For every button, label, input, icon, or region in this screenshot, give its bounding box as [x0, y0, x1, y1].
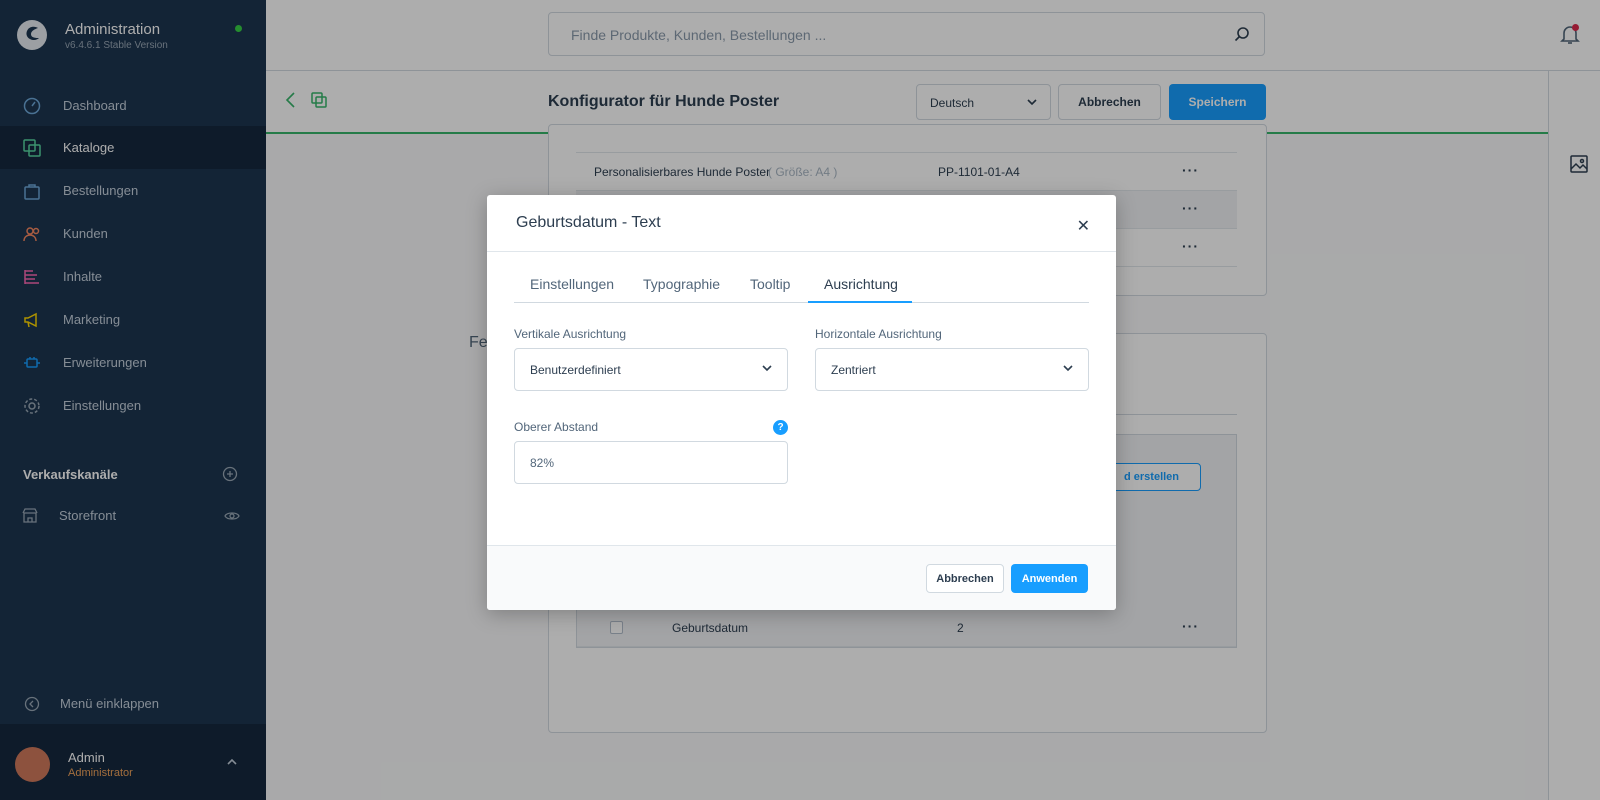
horizontal-alignment-value: Zentriert: [831, 363, 876, 377]
modal-header: Geburtsdatum - Text ✕: [487, 195, 1116, 252]
top-offset-label: Oberer Abstand: [514, 420, 599, 434]
tab-typographie[interactable]: Typographie: [643, 276, 720, 292]
tab-einstellungen[interactable]: Einstellungen: [530, 276, 614, 292]
horizontal-alignment-label: Horizontale Ausrichtung: [815, 327, 942, 341]
vertical-alignment-label: Vertikale Ausrichtung: [514, 327, 627, 341]
element-settings-modal: Geburtsdatum - Text ✕ Einstellungen Typo…: [487, 195, 1116, 610]
vertical-alignment-select[interactable]: Benutzerdefiniert: [514, 348, 788, 391]
chevron-down-icon: [762, 365, 772, 372]
top-offset-input[interactable]: 82%: [514, 441, 788, 484]
close-icon[interactable]: ✕: [1077, 216, 1090, 236]
vertical-alignment-value: Benutzerdefiniert: [530, 363, 621, 377]
tab-tooltip[interactable]: Tooltip: [750, 276, 790, 292]
modal-title: Geburtsdatum - Text: [516, 214, 661, 231]
help-icon[interactable]: ?: [773, 420, 788, 435]
active-tab-indicator: [808, 301, 912, 303]
modal-tabs: Einstellungen Typographie Tooltip Ausric…: [514, 267, 1089, 303]
horizontal-alignment-select[interactable]: Zentriert: [815, 348, 1089, 391]
apply-button[interactable]: Anwenden: [1011, 564, 1088, 593]
modal-footer: Abbrechen Anwenden: [487, 545, 1116, 610]
modal-cancel-button[interactable]: Abbrechen: [926, 564, 1004, 593]
chevron-down-icon: [1063, 365, 1073, 372]
tab-ausrichtung[interactable]: Ausrichtung: [824, 276, 898, 292]
top-offset-value: 82%: [530, 456, 555, 470]
